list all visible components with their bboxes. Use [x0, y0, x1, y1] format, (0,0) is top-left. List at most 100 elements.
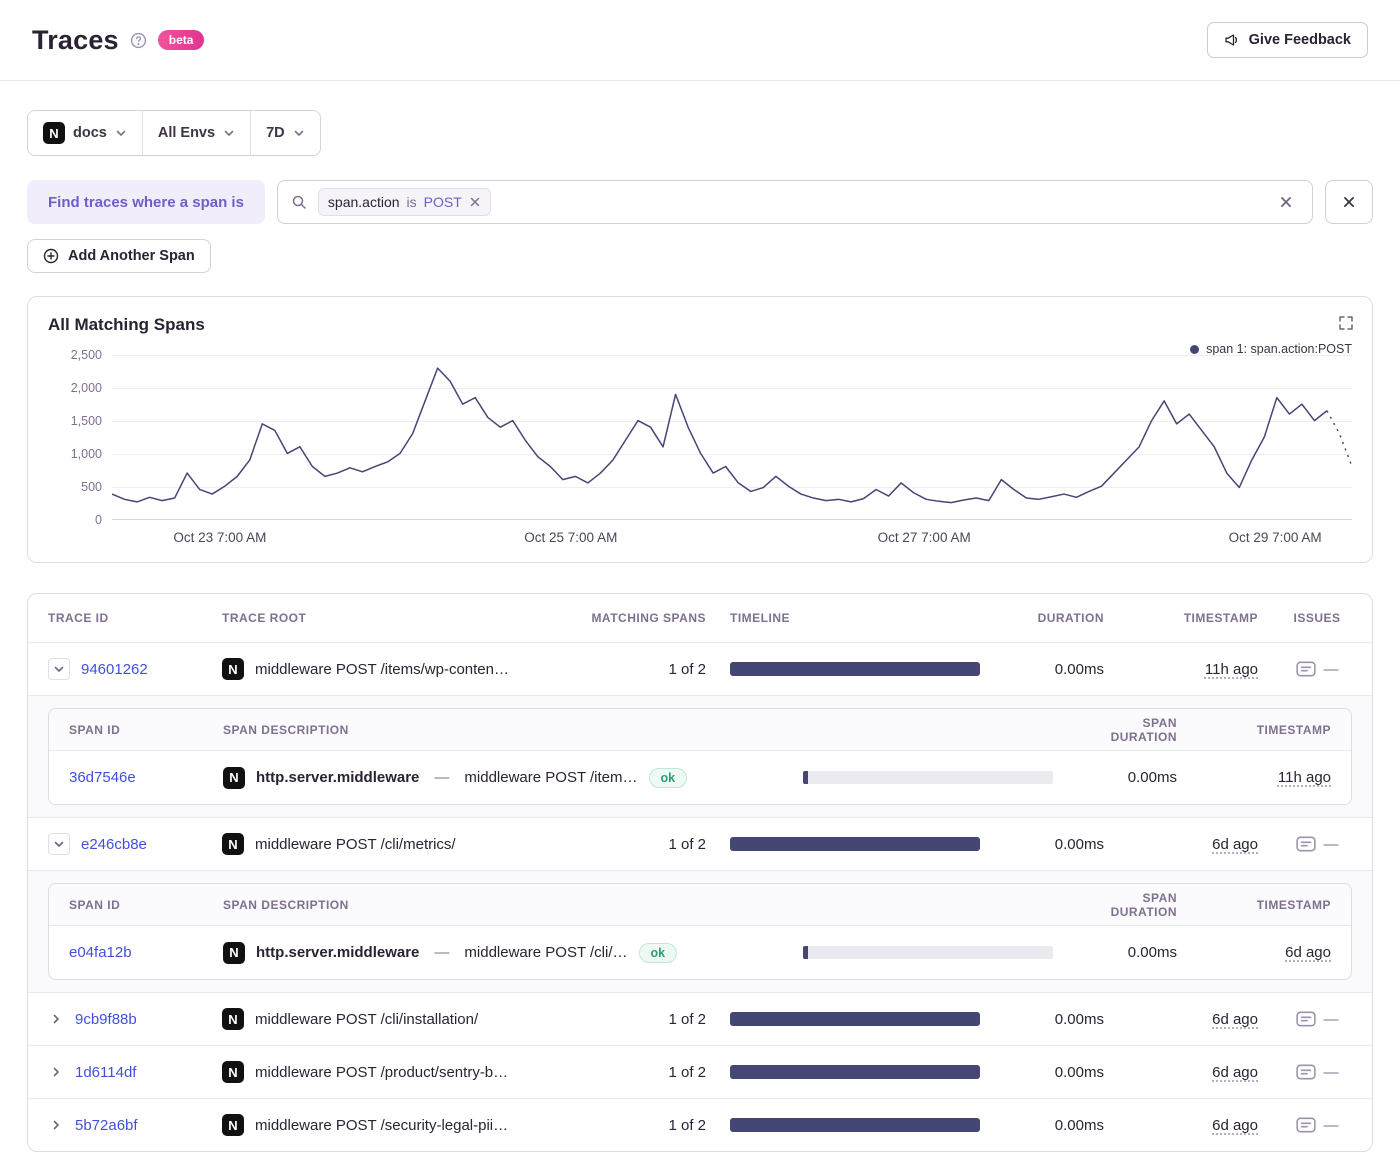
token-value[interactable]: POST — [424, 194, 462, 210]
col-issues: Issues — [1282, 611, 1352, 625]
span-timestamp-value: 6d ago — [1285, 944, 1331, 961]
feedback-button-label: Give Feedback — [1249, 32, 1351, 48]
page-title: Traces — [32, 25, 119, 56]
col-timeline: Timeline — [730, 611, 980, 625]
trace-id-link[interactable]: 9cb9f88b — [75, 1011, 137, 1028]
issues-empty-dash: — — [1324, 836, 1339, 853]
y-tick: 500 — [81, 480, 102, 494]
trace-row[interactable]: e246cb8e N middleware POST /cli/metrics/… — [28, 817, 1372, 870]
trace-id-link[interactable]: e246cb8e — [81, 836, 147, 853]
nextjs-project-icon: N — [222, 833, 244, 855]
trace-root-text: middleware POST /product/sentry-b… — [255, 1064, 508, 1081]
col-span-id: Span ID — [69, 898, 199, 912]
legend-series-dot — [1190, 345, 1199, 354]
span-op: http.server.middleware — [256, 769, 419, 786]
search-icon — [291, 194, 307, 210]
col-span-description: Span Description — [223, 723, 779, 737]
chevron-right-icon — [50, 1013, 62, 1025]
matching-spans-count: 1 of 2 — [566, 1011, 706, 1028]
issues-empty-dash: — — [1324, 1117, 1339, 1134]
expand-row-button[interactable] — [48, 1064, 64, 1080]
collapse-row-button[interactable] — [48, 658, 70, 680]
trace-id-link[interactable]: 1d6114df — [75, 1064, 136, 1081]
span-separator: — — [434, 944, 449, 961]
expand-chart-button[interactable] — [1334, 311, 1358, 335]
page-header: Traces beta Give Feedback — [0, 0, 1400, 81]
delete-span-query-button[interactable] — [1325, 180, 1373, 224]
timeline-bar — [730, 662, 980, 676]
span-status-badge: ok — [639, 943, 678, 963]
issues-empty-dash: — — [1324, 1011, 1339, 1028]
trace-row[interactable]: 9cb9f88b N middleware POST /cli/installa… — [28, 992, 1372, 1045]
nextjs-project-icon: N — [43, 122, 65, 144]
traces-table: Trace ID Trace Root Matching Spans Timel… — [27, 593, 1373, 1152]
date-range-filter[interactable]: 7D — [250, 111, 320, 155]
add-span-button-label: Add Another Span — [68, 248, 195, 264]
trace-row[interactable]: 94601262 N middleware POST /items/wp-con… — [28, 642, 1372, 695]
issues-icon — [1296, 1011, 1316, 1027]
token-key: span.action — [328, 194, 400, 210]
chevron-down-icon — [293, 127, 305, 139]
span-table-header-row: Span ID Span Description Span Duration T… — [49, 884, 1351, 926]
timestamp-value: 6d ago — [1212, 1011, 1258, 1028]
x-tick: Oct 29 7:00 AM — [1229, 530, 1322, 545]
add-another-span-button[interactable]: Add Another Span — [27, 239, 211, 273]
give-feedback-button[interactable]: Give Feedback — [1207, 22, 1368, 58]
span-id-link[interactable]: e04fa12b — [69, 944, 132, 961]
date-range-filter-label: 7D — [266, 125, 285, 141]
trace-row[interactable]: 1d6114df N middleware POST /product/sent… — [28, 1045, 1372, 1098]
matching-spans-count: 1 of 2 — [566, 661, 706, 678]
duration-value: 0.00ms — [1004, 661, 1104, 678]
span-table-header-row: Span ID Span Description Span Duration T… — [49, 709, 1351, 751]
chart-legend[interactable]: span 1: span.action:POST — [1190, 342, 1352, 356]
x-tick: Oct 23 7:00 AM — [173, 530, 266, 545]
timestamp-value: 6d ago — [1212, 1064, 1258, 1081]
span-row[interactable]: e04fa12b N http.server.middleware — midd… — [49, 926, 1351, 979]
expanded-spans-section: Span ID Span Description Span Duration T… — [28, 695, 1372, 817]
close-icon — [1279, 195, 1293, 209]
timeline-bar — [730, 1118, 980, 1132]
y-tick: 0 — [95, 513, 102, 527]
y-tick: 1,500 — [71, 414, 102, 428]
span-timeline-track — [803, 771, 1053, 784]
span-search-input[interactable]: span.action is POST — [277, 180, 1313, 224]
project-filter-label: docs — [73, 125, 107, 141]
span-separator: — — [434, 769, 449, 786]
trace-id-link[interactable]: 5b72a6bf — [75, 1117, 138, 1134]
span-id-link[interactable]: 36d7546e — [69, 769, 136, 786]
y-tick: 1,000 — [71, 447, 102, 461]
table-header-row: Trace ID Trace Root Matching Spans Timel… — [28, 594, 1372, 642]
expand-row-button[interactable] — [48, 1117, 64, 1133]
issues-icon — [1296, 1064, 1316, 1080]
issues-icon — [1296, 836, 1316, 852]
span-timestamp-value: 11h ago — [1278, 769, 1331, 786]
col-trace-id: Trace ID — [48, 611, 198, 625]
trace-row[interactable]: 5b72a6bf N middleware POST /security-leg… — [28, 1098, 1372, 1151]
expand-row-button[interactable] — [48, 1011, 64, 1027]
nextjs-project-icon: N — [223, 942, 245, 964]
filter-token[interactable]: span.action is POST — [318, 188, 491, 216]
x-tick: Oct 27 7:00 AM — [878, 530, 971, 545]
clear-search-button[interactable] — [1273, 194, 1299, 210]
token-operator[interactable]: is — [407, 194, 417, 210]
trace-root-text: middleware POST /items/wp-conten… — [255, 661, 509, 678]
trace-id-link[interactable]: 94601262 — [81, 661, 148, 678]
span-row[interactable]: 36d7546e N http.server.middleware — midd… — [49, 751, 1351, 804]
project-filter[interactable]: N docs — [28, 111, 142, 155]
collapse-row-button[interactable] — [48, 833, 70, 855]
query-where-label: Find traces where a span is — [27, 180, 265, 224]
plus-circle-icon — [43, 248, 59, 264]
issues-empty-dash: — — [1324, 1064, 1339, 1081]
issues-empty-dash: — — [1324, 661, 1339, 678]
remove-token-icon[interactable] — [469, 196, 481, 208]
help-icon[interactable] — [130, 32, 147, 49]
col-trace-root: Trace Root — [222, 611, 542, 625]
chevron-down-icon — [53, 838, 65, 850]
megaphone-icon — [1224, 32, 1240, 48]
col-span-description: Span Description — [223, 898, 779, 912]
matching-spans-count: 1 of 2 — [566, 836, 706, 853]
line-chart — [112, 355, 1352, 519]
span-query-row: Find traces where a span is span.action … — [27, 180, 1373, 224]
col-span-timestamp: Timestamp — [1201, 723, 1331, 737]
environment-filter[interactable]: All Envs — [142, 111, 250, 155]
